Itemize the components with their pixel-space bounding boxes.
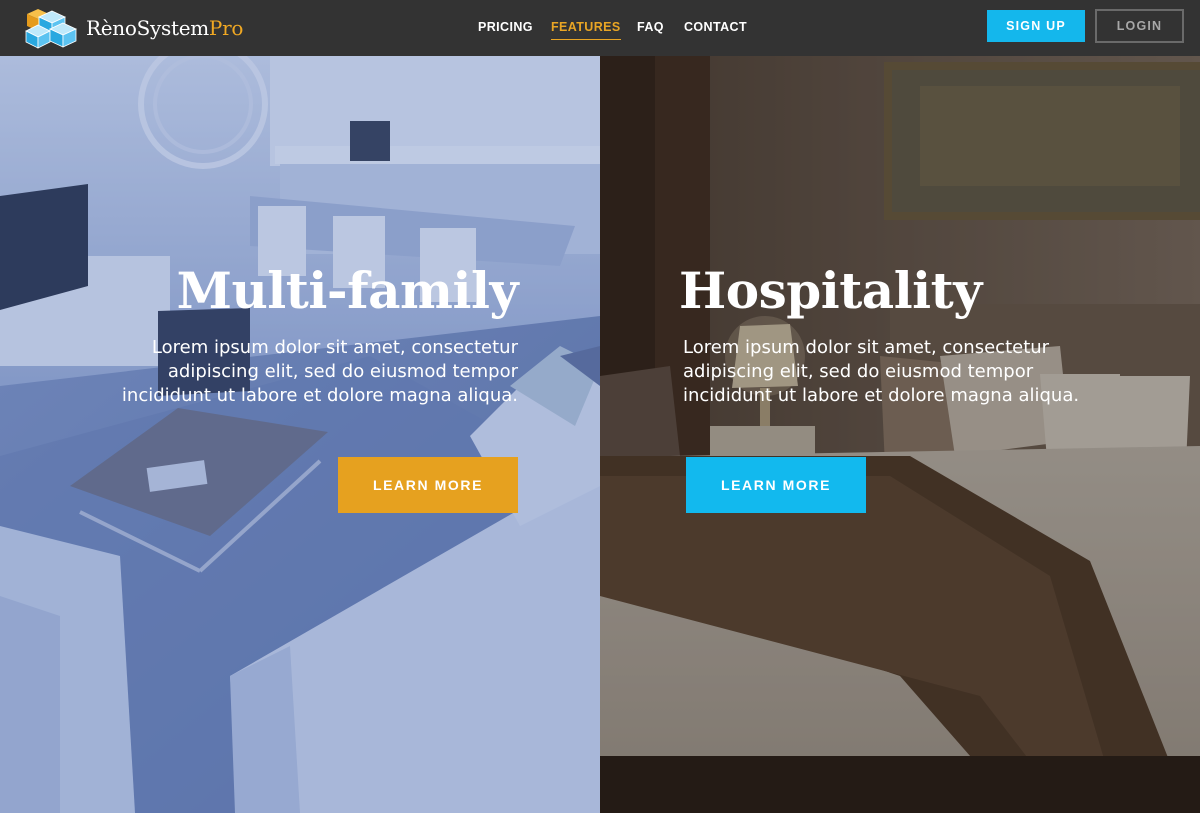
top-navbar: RènoSystemPro PRICING FEATURES FAQ CONTA… (0, 0, 1200, 56)
panel-description: Lorem ipsum dolor sit amet, consectetur … (121, 337, 518, 406)
panel-title: Multi-family (176, 261, 519, 320)
panel-tint-overlay (0, 56, 600, 813)
signup-button[interactable]: SIGN UP (987, 10, 1085, 42)
learn-more-button[interactable]: LEARN MORE (686, 457, 866, 513)
panel-tint-overlay (600, 56, 1200, 813)
brand-name: RènoSystemPro (86, 16, 243, 40)
brand-logo[interactable]: RènoSystemPro (22, 7, 243, 49)
panel-title: Hospitality (679, 261, 982, 320)
nav-link-faq[interactable]: FAQ (637, 19, 664, 35)
isometric-cubes-logo-icon (25, 9, 77, 49)
brand-name-main: RènoSystem (86, 16, 209, 40)
learn-more-button[interactable]: LEARN MORE (338, 457, 518, 513)
nav-link-pricing[interactable]: PRICING (478, 19, 533, 35)
nav-link-contact[interactable]: CONTACT (684, 19, 747, 35)
login-button[interactable]: LOGIN (1095, 9, 1184, 43)
nav-link-features[interactable]: FEATURES (551, 19, 621, 40)
brand-name-accent: Pro (208, 16, 244, 40)
panel-description: Lorem ipsum dolor sit amet, consectetur … (683, 337, 1080, 406)
hospitality-panel: Hospitality Lorem ipsum dolor sit amet, … (600, 56, 1200, 813)
multi-family-panel: Multi-family Lorem ipsum dolor sit amet,… (0, 56, 600, 813)
